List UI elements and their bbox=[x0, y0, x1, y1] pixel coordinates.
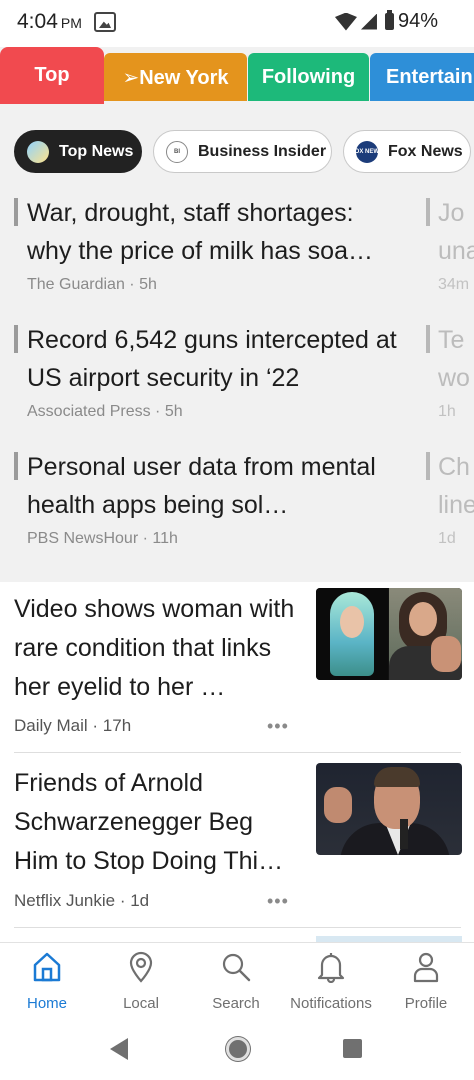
status-bar: 4:04 PM 94% bbox=[0, 0, 474, 46]
nav-profile[interactable]: Profile bbox=[379, 951, 473, 1012]
recent-apps-icon[interactable] bbox=[343, 1039, 362, 1058]
tab-new-york[interactable]: ➢New York bbox=[104, 53, 247, 101]
status-time: 4:04 PM bbox=[17, 10, 82, 33]
top-news-icon bbox=[27, 140, 49, 163]
article-title: Video shows woman with rare condition th… bbox=[14, 595, 295, 701]
headline-item[interactable]: War, drought, staff shortages: why the p… bbox=[14, 194, 404, 294]
headline-peek[interactable]: Te wo 1h bbox=[426, 321, 474, 421]
tab-entertainment[interactable]: Entertain bbox=[370, 53, 474, 101]
article-thumbnail[interactable] bbox=[316, 588, 462, 680]
tab-following[interactable]: Following bbox=[248, 53, 369, 101]
fox-news-icon: FOX NEWS bbox=[351, 140, 383, 163]
bell-icon bbox=[316, 951, 346, 984]
divider bbox=[14, 752, 461, 753]
person-icon bbox=[411, 951, 441, 983]
battery-icon bbox=[384, 10, 394, 30]
section-tabs: Top ➢New York Following Entertain bbox=[0, 47, 474, 107]
headline-peek[interactable]: Ch line 1d bbox=[426, 448, 474, 548]
headline-title: War, drought, staff shortages: why the p… bbox=[27, 199, 373, 265]
headline-meta: PBS NewsHour · 11h bbox=[27, 530, 178, 547]
search-icon bbox=[221, 951, 251, 983]
location-pin-icon bbox=[126, 951, 156, 983]
nav-notifications[interactable]: Notifications bbox=[284, 951, 378, 1012]
headline-title: Personal user data from mental health ap… bbox=[27, 453, 376, 519]
photo-notification-icon bbox=[94, 12, 116, 32]
business-insider-icon: BI bbox=[166, 140, 188, 163]
headline-item[interactable]: Personal user data from mental health ap… bbox=[14, 448, 404, 548]
nav-search[interactable]: Search bbox=[189, 951, 283, 1012]
nav-home[interactable]: Home bbox=[0, 951, 94, 1012]
article-meta: Netflix Junkie · 1d bbox=[14, 891, 150, 910]
headline-item[interactable]: Record 6,542 guns intercepted at US airp… bbox=[14, 321, 404, 421]
article-meta: Daily Mail · 17h bbox=[14, 716, 132, 735]
home-icon bbox=[32, 951, 62, 983]
system-nav-bar bbox=[0, 1020, 474, 1080]
home-button-icon[interactable] bbox=[226, 1037, 250, 1061]
back-icon[interactable] bbox=[110, 1038, 128, 1060]
bottom-nav: Home Local Search Notifications Profile bbox=[0, 942, 474, 1020]
article-title: Friends of Arnold Schwarzenegger Beg Him… bbox=[14, 769, 284, 875]
headline-meta: The Guardian · 5h bbox=[27, 276, 157, 293]
headline-title: Record 6,542 guns intercepted at US airp… bbox=[27, 326, 397, 392]
chip-top-news[interactable]: Top News bbox=[14, 130, 142, 173]
more-options-icon[interactable]: ••• bbox=[267, 891, 289, 912]
nav-local[interactable]: Local bbox=[94, 951, 188, 1012]
divider bbox=[14, 927, 461, 928]
article-thumbnail[interactable] bbox=[316, 763, 462, 855]
chip-fox-news[interactable]: FOX NEWS Fox News bbox=[343, 130, 471, 173]
cellular-signal-icon bbox=[360, 13, 377, 30]
battery-percent: 94% bbox=[397, 10, 438, 32]
headline-meta: Associated Press · 5h bbox=[27, 403, 183, 420]
more-options-icon[interactable]: ••• bbox=[267, 716, 289, 737]
tab-top[interactable]: Top bbox=[0, 47, 104, 104]
wifi-icon bbox=[334, 12, 357, 31]
headline-peek[interactable]: Jo una 34m bbox=[426, 194, 474, 294]
chip-business-insider[interactable]: BI Business Insider bbox=[153, 130, 332, 173]
